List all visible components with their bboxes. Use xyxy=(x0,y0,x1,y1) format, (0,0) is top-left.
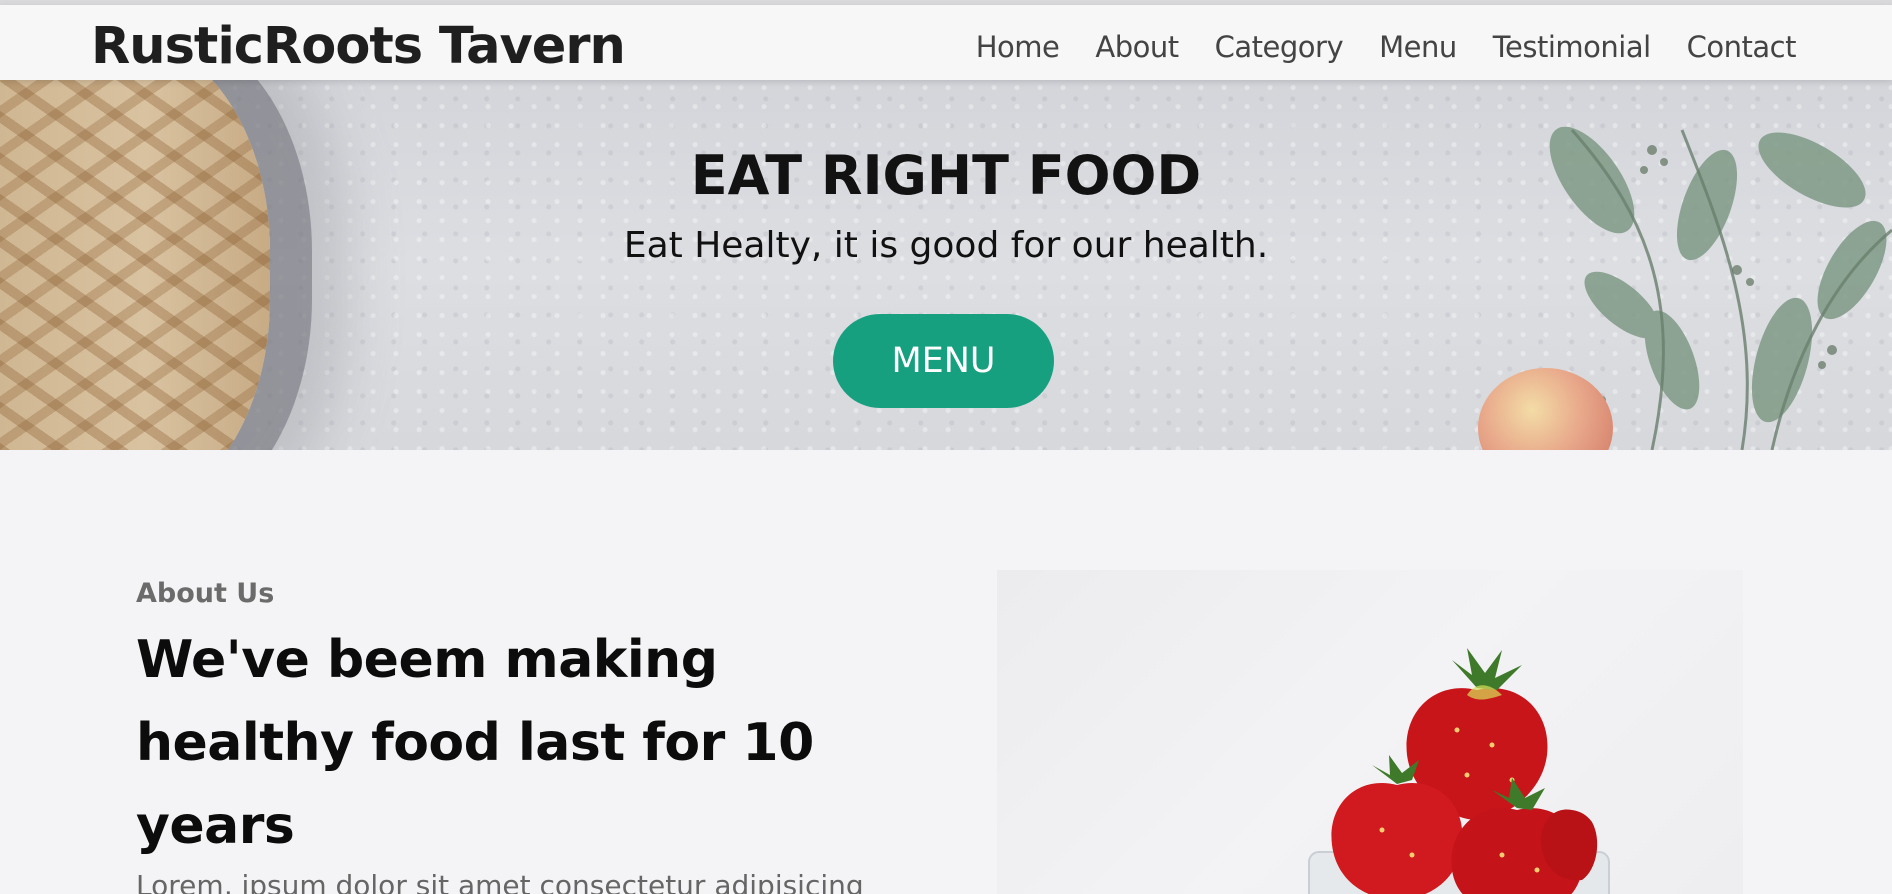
strawberries-image xyxy=(997,570,1743,894)
hero-subtitle: Eat Healty, it is good for our health. xyxy=(623,225,1269,266)
nav-link-home[interactable]: Home xyxy=(976,29,1060,65)
site-header: RusticRoots Tavern Home About Category M… xyxy=(0,5,1892,80)
nav-link-testimonial[interactable]: Testimonial xyxy=(1493,29,1651,65)
nav-link-contact[interactable]: Contact xyxy=(1687,29,1797,65)
about-heading: We've beem making healthy food last for … xyxy=(136,630,814,856)
about-body-text: Lorem, ipsum dolor sit amet consectetur … xyxy=(136,869,864,894)
hero-title: EAT RIGHT FOOD xyxy=(690,144,1202,207)
nav-link-menu[interactable]: Menu xyxy=(1379,29,1457,65)
hero-section: EAT RIGHT FOOD Eat Healty, it is good fo… xyxy=(0,80,1892,450)
nav-link-about[interactable]: About xyxy=(1095,29,1179,65)
nav-link-category[interactable]: Category xyxy=(1215,29,1344,65)
menu-button[interactable]: MENU xyxy=(833,314,1054,408)
about-eyebrow: About Us xyxy=(136,578,275,609)
main-nav: Home About Category Menu Testimonial Con… xyxy=(976,29,1797,65)
site-logo[interactable]: RusticRoots Tavern xyxy=(91,17,626,77)
